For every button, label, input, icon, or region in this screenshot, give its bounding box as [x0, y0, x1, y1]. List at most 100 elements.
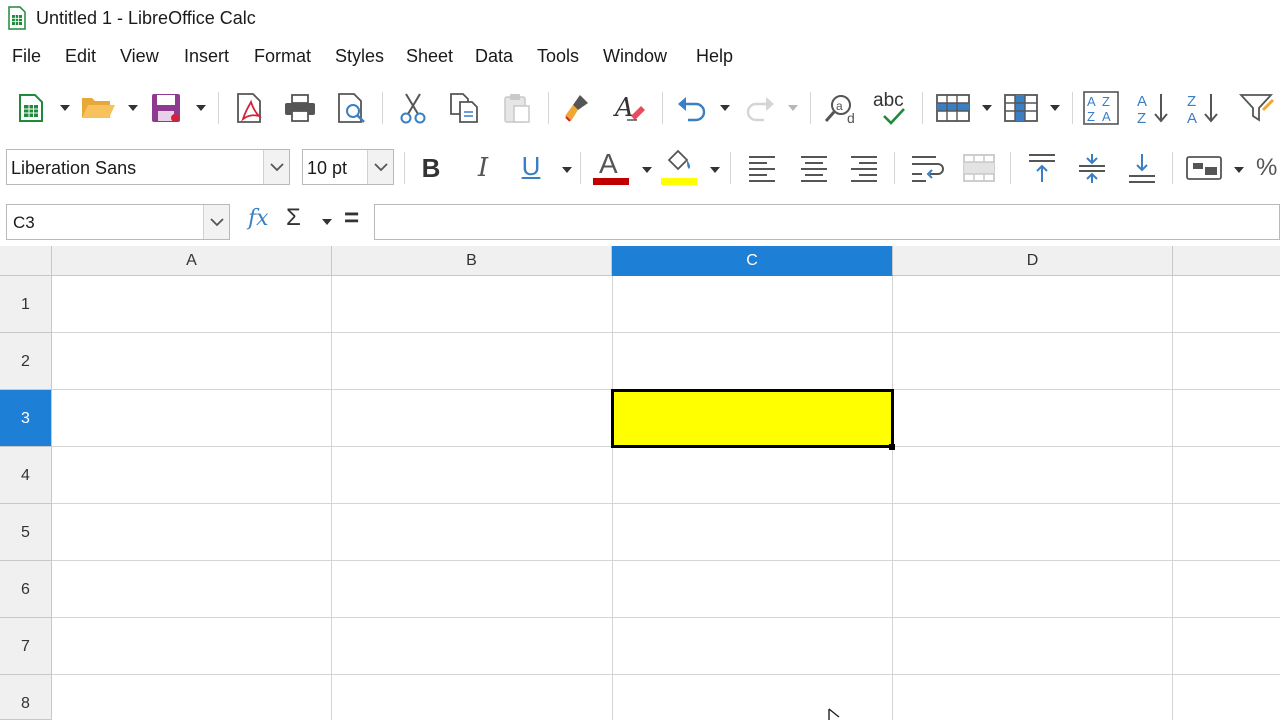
menu-format[interactable]: Format [254, 46, 311, 67]
formula-icon[interactable]: = [344, 202, 359, 233]
column-icon[interactable] [1002, 90, 1040, 126]
bold-button[interactable]: B [414, 150, 448, 186]
open-dropdown-icon[interactable] [128, 104, 138, 112]
formula-bar: C3 fx Σ = [0, 200, 1280, 244]
redo-dropdown-icon[interactable] [788, 104, 798, 112]
align-left-icon[interactable] [744, 150, 780, 186]
row-header-7[interactable]: 7 [0, 618, 52, 675]
highlight-dropdown-icon[interactable] [710, 166, 720, 174]
number-format-icon[interactable] [1184, 150, 1224, 186]
row-header-4[interactable]: 4 [0, 447, 52, 504]
sum-dropdown-icon[interactable] [322, 218, 332, 226]
row-header-8[interactable]: 8 [0, 675, 52, 720]
select-all-corner[interactable] [0, 246, 52, 276]
highlighting-color-button[interactable] [658, 146, 700, 188]
font-color-button[interactable]: A [590, 146, 632, 188]
export-pdf-icon[interactable] [232, 90, 266, 126]
svg-text:a: a [836, 99, 843, 113]
autofilter-icon[interactable] [1238, 90, 1278, 126]
sort-icon[interactable]: AZZA [1082, 90, 1120, 126]
column-dropdown-icon[interactable] [1050, 104, 1060, 112]
print-preview-icon[interactable] [334, 90, 370, 126]
font-color-dropdown-icon[interactable] [642, 166, 652, 174]
menu-sheet[interactable]: Sheet [406, 46, 453, 67]
underline-dropdown-icon[interactable] [562, 166, 572, 174]
sum-icon[interactable]: Σ [286, 204, 301, 232]
sort-descending-icon[interactable]: ZA [1184, 88, 1224, 128]
undo-icon[interactable] [674, 90, 710, 126]
menu-data[interactable]: Data [475, 46, 513, 67]
font-name-dropdown-icon[interactable] [263, 150, 289, 184]
menu-edit[interactable]: Edit [65, 46, 96, 67]
mouse-pointer-icon [828, 708, 840, 720]
row-header-1[interactable]: 1 [0, 276, 52, 333]
libreoffice-calc-icon [8, 6, 26, 30]
align-bottom-icon[interactable] [1124, 150, 1160, 186]
print-icon[interactable] [282, 90, 318, 126]
fill-handle[interactable] [889, 444, 895, 450]
redo-icon[interactable] [742, 90, 778, 126]
formula-input[interactable] [374, 204, 1280, 240]
clear-formatting-icon[interactable]: A [612, 90, 648, 126]
menu-insert[interactable]: Insert [184, 46, 229, 67]
font-color-swatch [593, 178, 629, 185]
save-dropdown-icon[interactable] [196, 104, 206, 112]
row-header-6[interactable]: 6 [0, 561, 52, 618]
spreadsheet-grid[interactable]: A B C D 1 2 3 4 5 6 7 8 [0, 246, 1280, 720]
number-format-dropdown-icon[interactable] [1234, 166, 1244, 174]
row-header-3[interactable]: 3 [0, 390, 52, 447]
paint-bucket-icon [667, 149, 691, 171]
column-header-d[interactable]: D [893, 246, 1173, 276]
new-dropdown-icon[interactable] [60, 104, 70, 112]
title-bar: Untitled 1 - LibreOffice Calc [0, 0, 1280, 38]
column-header-b[interactable]: B [332, 246, 612, 276]
italic-button[interactable]: I [466, 150, 500, 186]
clone-formatting-icon[interactable] [560, 90, 594, 126]
menu-file[interactable]: File [12, 46, 41, 67]
font-name-combobox[interactable]: Liberation Sans [6, 149, 290, 185]
function-wizard-icon[interactable]: fx [248, 206, 269, 231]
cut-icon[interactable] [396, 90, 430, 126]
svg-text:Z: Z [1087, 109, 1095, 124]
menu-styles[interactable]: Styles [335, 46, 384, 67]
row-header-2[interactable]: 2 [0, 333, 52, 390]
open-folder-icon[interactable] [80, 90, 116, 126]
svg-text:A: A [1102, 109, 1111, 124]
row-header-5[interactable]: 5 [0, 504, 52, 561]
column-header-a[interactable]: A [52, 246, 332, 276]
highlight-color-swatch [661, 178, 697, 185]
column-header-c[interactable]: C [612, 246, 893, 276]
font-size-dropdown-icon[interactable] [367, 150, 393, 184]
underline-button[interactable]: U [514, 148, 548, 184]
new-spreadsheet-icon[interactable] [16, 90, 46, 126]
name-box-value: C3 [13, 213, 35, 232]
copy-icon[interactable] [446, 90, 482, 126]
row-icon[interactable] [934, 90, 972, 126]
center-vertically-icon[interactable] [1074, 150, 1110, 186]
spelling-icon[interactable]: abc [870, 88, 912, 128]
align-right-icon[interactable] [846, 150, 882, 186]
row-dropdown-icon[interactable] [982, 104, 992, 112]
menu-tools[interactable]: Tools [537, 46, 579, 67]
percent-format-button[interactable]: % [1256, 150, 1280, 186]
svg-text:d: d [847, 110, 855, 125]
cell-c3[interactable] [611, 389, 894, 448]
find-replace-icon[interactable]: ad [822, 90, 860, 126]
merge-cells-icon[interactable] [960, 150, 998, 186]
save-icon[interactable] [148, 90, 184, 126]
sort-ascending-icon[interactable]: AZ [1134, 88, 1174, 128]
undo-dropdown-icon[interactable] [720, 104, 730, 112]
column-header-e[interactable] [1173, 246, 1280, 276]
paste-icon[interactable] [500, 90, 534, 126]
menu-help[interactable]: Help [696, 46, 733, 67]
wrap-text-icon[interactable] [908, 150, 946, 186]
align-top-icon[interactable] [1024, 150, 1060, 186]
font-size-combobox[interactable]: 10 pt [302, 149, 394, 185]
name-box-dropdown-icon[interactable] [203, 205, 229, 239]
svg-text:Z: Z [1137, 110, 1146, 126]
menu-view[interactable]: View [120, 46, 159, 67]
align-center-icon[interactable] [796, 150, 832, 186]
menu-window[interactable]: Window [603, 46, 667, 67]
svg-text:A: A [1187, 110, 1197, 126]
name-box[interactable]: C3 [6, 204, 230, 240]
